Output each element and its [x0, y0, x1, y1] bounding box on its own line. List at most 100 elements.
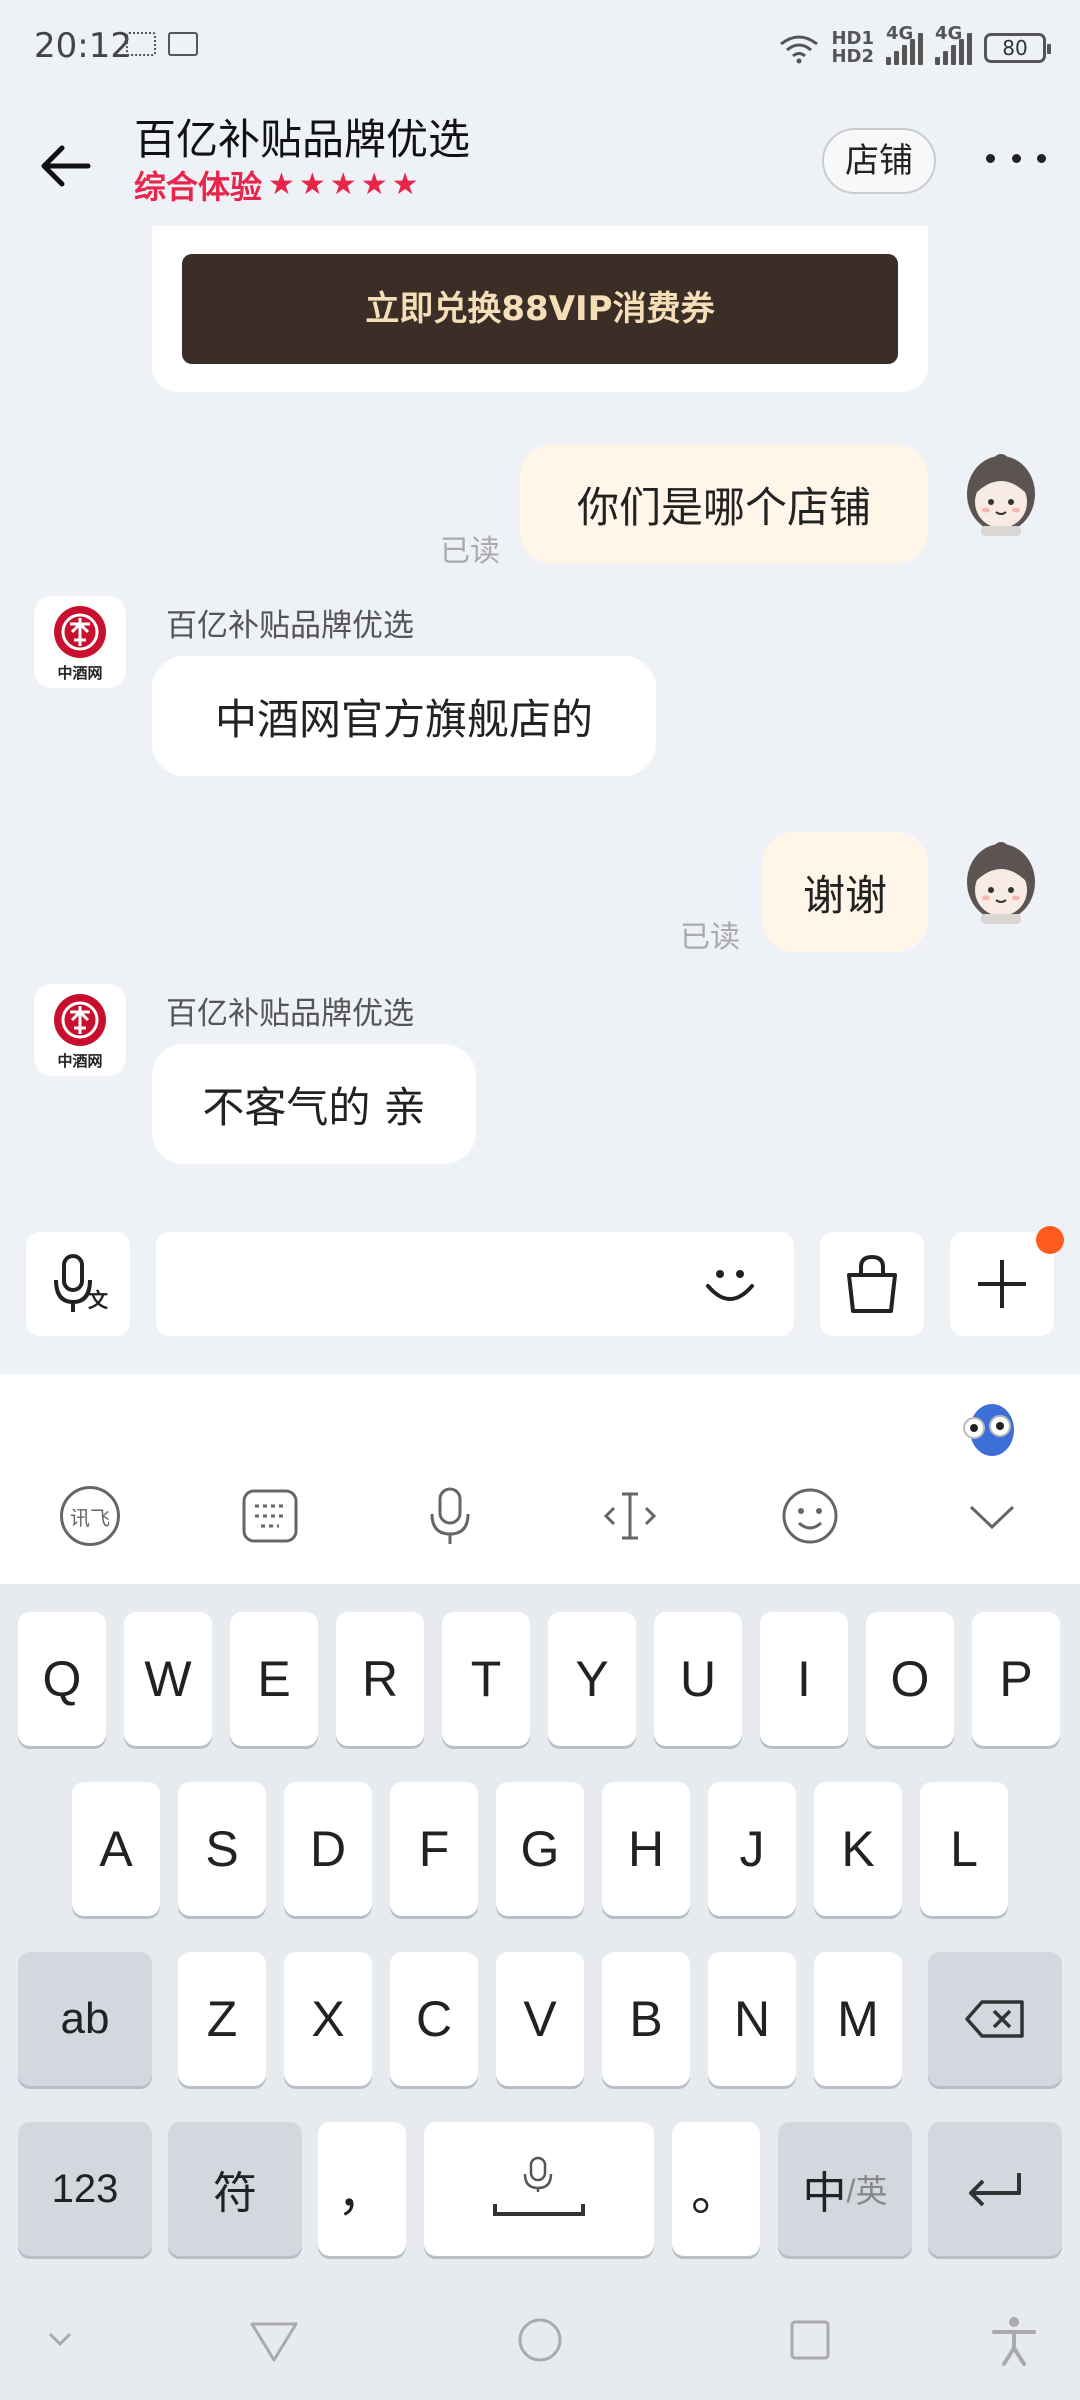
keyboard-status-icon	[126, 32, 156, 56]
key-symbols[interactable]: 符	[168, 2122, 302, 2256]
back-button[interactable]	[36, 136, 96, 196]
net-type-label: 4G	[886, 23, 914, 44]
home-nav-button[interactable]	[510, 2310, 570, 2370]
key-h[interactable]: H	[602, 1782, 690, 1916]
triangle-back-icon	[250, 2322, 298, 2362]
message-input-bar: 文	[0, 1220, 1080, 1374]
signal-1: 4G	[886, 23, 923, 65]
user-avatar[interactable]	[964, 842, 1038, 924]
key-g[interactable]: G	[496, 1782, 584, 1916]
key-s[interactable]: S	[178, 1782, 266, 1916]
key-e[interactable]: E	[230, 1612, 318, 1746]
key-m[interactable]: M	[814, 1952, 902, 2086]
ime-toolbar: 讯飞	[0, 1374, 1080, 1584]
key-shift-ab[interactable]: ab	[18, 1952, 152, 2086]
chevron-down-icon	[969, 1505, 1015, 1530]
numbers-label: 123	[51, 2166, 119, 2211]
key-o[interactable]: O	[866, 1612, 954, 1746]
key-x[interactable]: X	[284, 1952, 372, 2086]
experience-rating: 综合体验 ★★★★★	[134, 162, 423, 208]
ime-assistant-icon[interactable]	[958, 1396, 1022, 1460]
status-right: HD1 HD2 4G 4G 80	[779, 23, 1051, 68]
chat-messages: 立即兑换88VIP消费券 已读 你们是哪个店铺 中酒网 百亿补贴品牌优选 中酒网…	[0, 226, 1080, 1226]
key-enter[interactable]	[928, 2122, 1062, 2256]
key-period[interactable]: 。	[672, 2122, 760, 2256]
shop-message-bubble[interactable]: 不客气的 亲	[152, 1044, 476, 1164]
shop-avatar[interactable]: 中酒网	[34, 984, 126, 1076]
key-q[interactable]: Q	[18, 1612, 106, 1746]
key-l[interactable]: L	[920, 1782, 1008, 1916]
key-language-switch[interactable]: 中/英	[778, 2122, 912, 2256]
text-cursor-icon	[603, 1492, 657, 1540]
voice-typing-button[interactable]	[418, 1484, 482, 1548]
keyboard-icon	[242, 1489, 298, 1543]
read-status: 已读	[680, 920, 740, 955]
more-dot-icon	[986, 153, 995, 163]
key-f[interactable]: F	[390, 1782, 478, 1916]
key-y[interactable]: Y	[548, 1612, 636, 1746]
more-functions-button[interactable]	[950, 1226, 1064, 1336]
key-w[interactable]: W	[124, 1612, 212, 1746]
redeem-vip-coupon-button[interactable]: 立即兑换88VIP消费券	[182, 254, 898, 364]
cursor-move-button[interactable]	[598, 1484, 662, 1548]
notification-dot	[1036, 1226, 1064, 1254]
rating-stars: ★★★★★	[268, 167, 423, 202]
experience-label: 综合体验	[134, 168, 263, 206]
key-v[interactable]: V	[496, 1952, 584, 2086]
shop-avatar-caption: 中酒网	[57, 1052, 103, 1070]
key-backspace[interactable]	[928, 1952, 1062, 2086]
shopping-bag-icon	[847, 1254, 897, 1313]
voice-input-button[interactable]: 文	[26, 1232, 130, 1336]
enter-icon	[969, 2173, 1021, 2207]
key-comma[interactable]: ，	[318, 2122, 406, 2256]
arrow-left-icon	[41, 145, 91, 187]
key-d[interactable]: D	[284, 1782, 372, 1916]
hide-keyboard-button[interactable]	[960, 1484, 1024, 1548]
more-options-button[interactable]	[986, 138, 1046, 178]
key-r[interactable]: R	[336, 1612, 424, 1746]
girl-avatar-icon	[967, 454, 1035, 536]
key-a[interactable]: A	[72, 1782, 160, 1916]
shift-label: ab	[60, 1994, 110, 2043]
key-c[interactable]: C	[390, 1952, 478, 2086]
square-recents-icon	[790, 2320, 830, 2360]
my-message-bubble[interactable]: 谢谢	[762, 832, 928, 952]
girl-avatar-icon	[967, 842, 1035, 924]
shop-avatar[interactable]: 中酒网	[34, 596, 126, 688]
ime-logo-button[interactable]: 讯飞	[58, 1484, 122, 1548]
wifi-icon	[780, 35, 819, 64]
symbols-label: 符	[213, 2169, 257, 2218]
key-space[interactable]	[424, 2122, 654, 2256]
plus-icon	[978, 1260, 1026, 1308]
status-bar: 20:12 HD1 HD2 4G 4G 80	[0, 0, 1080, 96]
message-text-field[interactable]	[156, 1232, 794, 1336]
keyboard-layout-button[interactable]	[238, 1484, 302, 1548]
key-t[interactable]: T	[442, 1612, 530, 1746]
accessibility-button[interactable]	[984, 2310, 1044, 2370]
key-p[interactable]: P	[972, 1612, 1060, 1746]
hd2-label: HD2	[831, 46, 874, 67]
promo-card: 立即兑换88VIP消费券	[152, 226, 928, 392]
soft-keyboard: Q W E R T Y U I O P A S D F G H J K L ab…	[0, 1584, 1080, 2282]
recents-nav-button[interactable]	[780, 2310, 840, 2370]
key-k[interactable]: K	[814, 1782, 902, 1916]
shop-title: 百亿补贴品牌优选	[134, 115, 471, 164]
key-numbers[interactable]: 123	[18, 2122, 152, 2256]
key-n[interactable]: N	[708, 1952, 796, 2086]
key-j[interactable]: J	[708, 1782, 796, 1916]
emoji-panel-button[interactable]	[778, 1484, 842, 1548]
key-z[interactable]: Z	[178, 1952, 266, 2086]
my-message-bubble[interactable]: 你们是哪个店铺	[520, 444, 928, 564]
key-b[interactable]: B	[602, 1952, 690, 2086]
shopping-bag-button[interactable]	[820, 1232, 924, 1336]
more-dot-icon	[1011, 153, 1021, 163]
smiley-emoji-icon[interactable]	[700, 1254, 760, 1314]
space-mic-icon	[493, 2156, 585, 2216]
hide-nav-button[interactable]	[40, 2310, 100, 2370]
key-u[interactable]: U	[654, 1612, 742, 1746]
store-button[interactable]: 店铺	[822, 128, 936, 194]
key-i[interactable]: I	[760, 1612, 848, 1746]
user-avatar[interactable]	[964, 454, 1038, 536]
back-nav-button[interactable]	[244, 2310, 304, 2370]
shop-message-bubble[interactable]: 中酒网官方旗舰店的	[152, 656, 656, 776]
